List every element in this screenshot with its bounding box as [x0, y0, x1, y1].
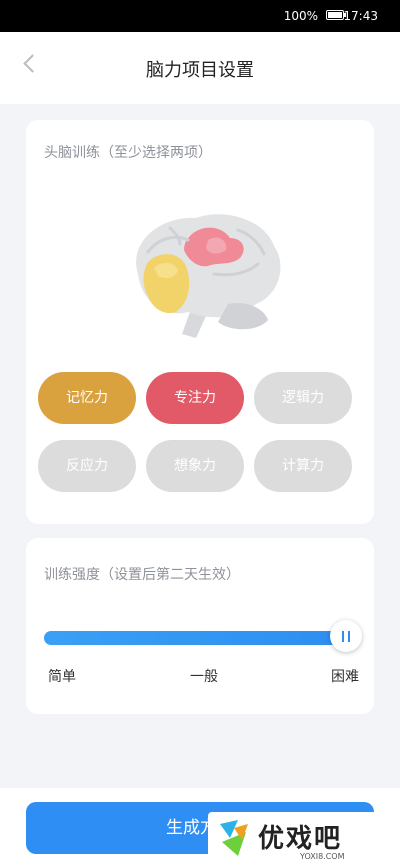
- brain-icon: [118, 204, 288, 354]
- intensity-title: 训练强度（设置后第二天生效）: [44, 567, 240, 583]
- brain-training-title: 头脑训练（至少选择两项）: [44, 145, 212, 161]
- watermark-logo-icon: [220, 820, 248, 856]
- watermark: 优戏吧 YOXI8.COM: [208, 812, 394, 866]
- battery-percent: 100%: [283, 9, 318, 23]
- option-logic[interactable]: 逻辑力: [254, 372, 352, 424]
- option-focus[interactable]: 专注力: [146, 372, 244, 424]
- clock: 17:43: [343, 9, 378, 23]
- intensity-card: 训练强度（设置后第二天生效） 简单 一般 困难: [26, 538, 374, 714]
- watermark-brand: 优戏吧: [258, 824, 343, 854]
- level-hard: 困难: [331, 669, 359, 685]
- slider-handle[interactable]: [330, 620, 362, 652]
- battery-icon: [326, 10, 346, 20]
- option-imagination[interactable]: 想象力: [146, 440, 244, 492]
- status-bar: 100% 17:43: [0, 0, 400, 32]
- level-easy: 简单: [48, 669, 76, 685]
- slider-track: [44, 631, 346, 645]
- option-memory[interactable]: 记忆力: [38, 372, 136, 424]
- option-calculation[interactable]: 计算力: [254, 440, 352, 492]
- level-normal: 一般: [190, 669, 218, 685]
- watermark-url: YOXI8.COM: [300, 852, 345, 861]
- intensity-slider[interactable]: [44, 620, 362, 652]
- option-reaction[interactable]: 反应力: [38, 440, 136, 492]
- page-title: 脑力项目设置: [146, 60, 254, 81]
- brain-training-card: 头脑训练（至少选择两项） 记忆力 专注力 逻辑力 反应力 想象力 计算力: [26, 120, 374, 524]
- nav-bar: 脑力项目设置: [0, 32, 400, 104]
